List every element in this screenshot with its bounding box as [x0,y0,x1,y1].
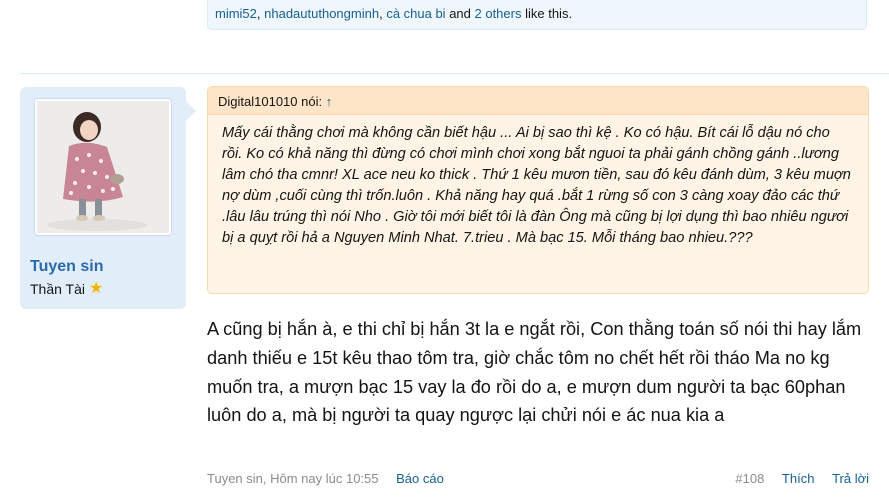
likes-suffix: like this. [521,6,573,21]
quote-jump-arrow-icon[interactable]: ↑ [326,94,333,109]
user-title-text: Thần Tài [30,281,85,297]
likes-others-link[interactable]: 2 others [475,6,522,21]
avatar[interactable] [34,98,172,236]
report-link[interactable]: Báo cáo [396,471,444,486]
user-panel-arrow [186,101,196,121]
username-link[interactable]: Tuyen sin [30,258,104,276]
like-button[interactable]: Thích [782,471,815,486]
likes-summary: mimi52, nhadaututhongminh, cà chua bi an… [207,0,867,30]
like-user-link[interactable]: nhadaututhongminh [264,6,379,21]
quote-block: Digital101010 nói: ↑ Mấy cái thằng chơi … [207,86,869,294]
user-title: Thần Tài ★ [30,280,104,298]
star-icon: ★ [89,280,104,297]
quote-author: Digital101010 nói: [218,94,323,109]
likes-and: and [445,6,475,21]
like-user-link[interactable]: mimi52 [215,6,257,21]
post-divider [20,73,889,74]
reply-button[interactable]: Trả lời [832,471,869,486]
like-user-link[interactable]: cà chua bi [386,6,445,21]
user-panel: Tuyen sin Thần Tài ★ [20,87,196,309]
post-footer: Tuyen sin, Hôm nay lúc 10:55 Báo cáo #10… [207,469,869,489]
avatar-image [37,101,169,233]
post-meta: Tuyen sin, Hôm nay lúc 10:55 [207,471,379,486]
quote-text: Mấy cái thằng chơi mà không cần biết hậu… [222,125,851,246]
post-message: A cũng bị hắn à, e thi chỉ bị hắn 3t la … [207,319,862,426]
quote-header: Digital101010 nói: ↑ [208,87,868,115]
post-number: #108 [735,471,765,486]
